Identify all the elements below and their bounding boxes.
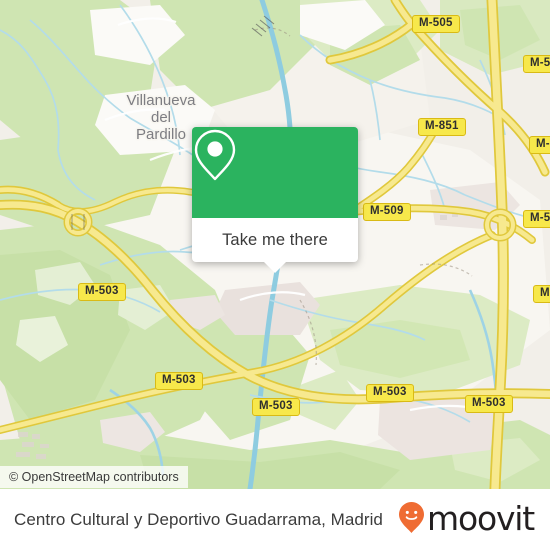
- road-shield: M-50: [523, 55, 550, 73]
- callout-action[interactable]: Take me there: [192, 218, 358, 262]
- map-screenshot: Villanueva del Pardillo M-505 M-50 M-851…: [0, 0, 550, 550]
- road-shield: M-509: [363, 203, 411, 221]
- road-shield: M-505: [412, 15, 460, 33]
- osm-attribution[interactable]: © OpenStreetMap contributors: [0, 466, 188, 488]
- footer-bar: Centro Cultural y Deportivo Guadarrama, …: [0, 489, 550, 550]
- road-shield: M-851: [418, 118, 466, 136]
- road-shield: M-5: [529, 136, 550, 154]
- callout-pin-area: [192, 127, 358, 218]
- location-callout-card[interactable]: Take me there: [192, 127, 358, 262]
- road-shield: M-503: [465, 395, 513, 413]
- road-shield: M-503: [155, 372, 203, 390]
- road-shield: M-50: [523, 210, 550, 228]
- place-title: Centro Cultural y Deportivo Guadarrama, …: [14, 509, 383, 529]
- road-shield: M-503: [78, 283, 126, 301]
- moovit-logo[interactable]: moovit: [398, 499, 535, 539]
- map-canvas[interactable]: Villanueva del Pardillo M-505 M-50 M-851…: [0, 0, 550, 489]
- road-shield: M-503: [366, 384, 414, 402]
- moovit-pin-smiley-icon: [398, 501, 425, 539]
- take-me-there-label: Take me there: [222, 230, 328, 249]
- road-shield: M-5: [533, 285, 550, 303]
- road-shield: M-503: [252, 398, 300, 416]
- moovit-wordmark: moovit: [427, 499, 535, 538]
